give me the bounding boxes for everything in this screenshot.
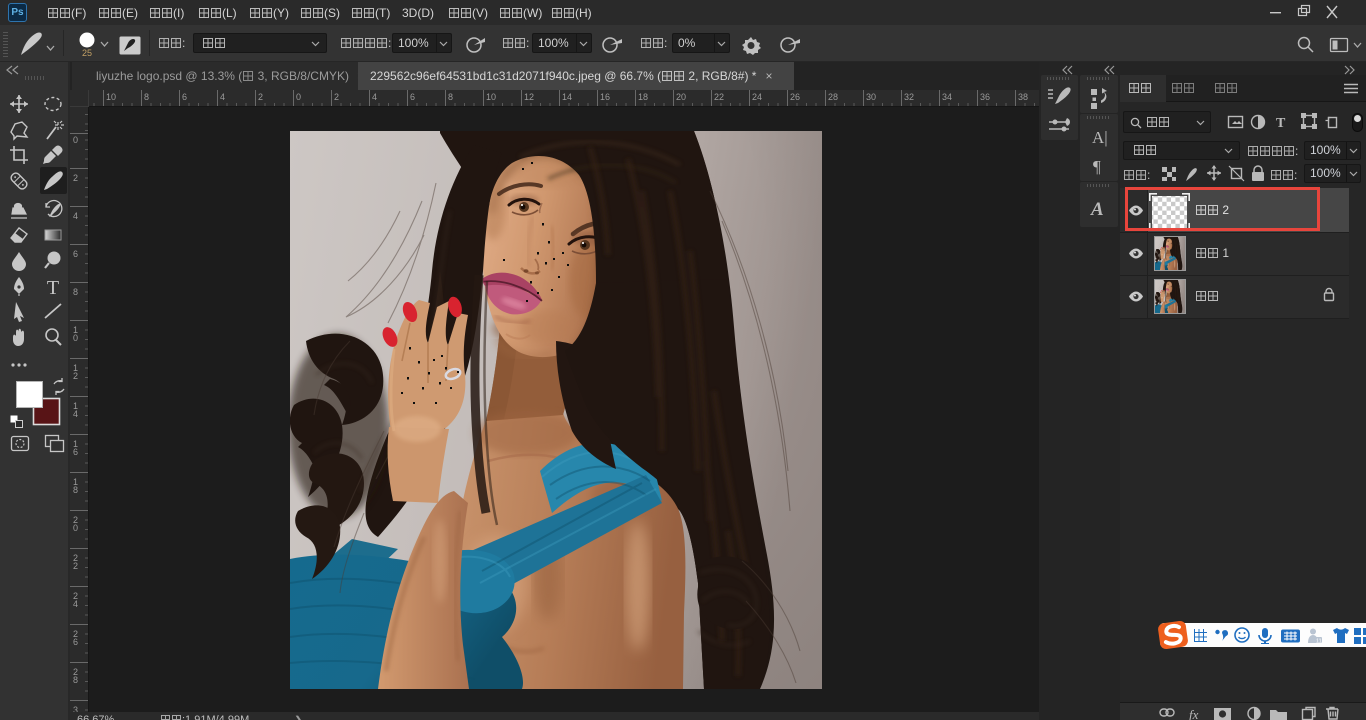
svg-text:T: T xyxy=(1276,116,1286,131)
svg-text:25: 25 xyxy=(82,48,92,58)
svg-text:fx: fx xyxy=(1189,707,1199,720)
svg-text:A|: A| xyxy=(1092,128,1108,147)
svg-text:11: 11 xyxy=(1316,639,1322,645)
svg-text:¶: ¶ xyxy=(1093,157,1101,176)
svg-text:T: T xyxy=(47,277,59,299)
svg-text:A: A xyxy=(1090,199,1104,220)
